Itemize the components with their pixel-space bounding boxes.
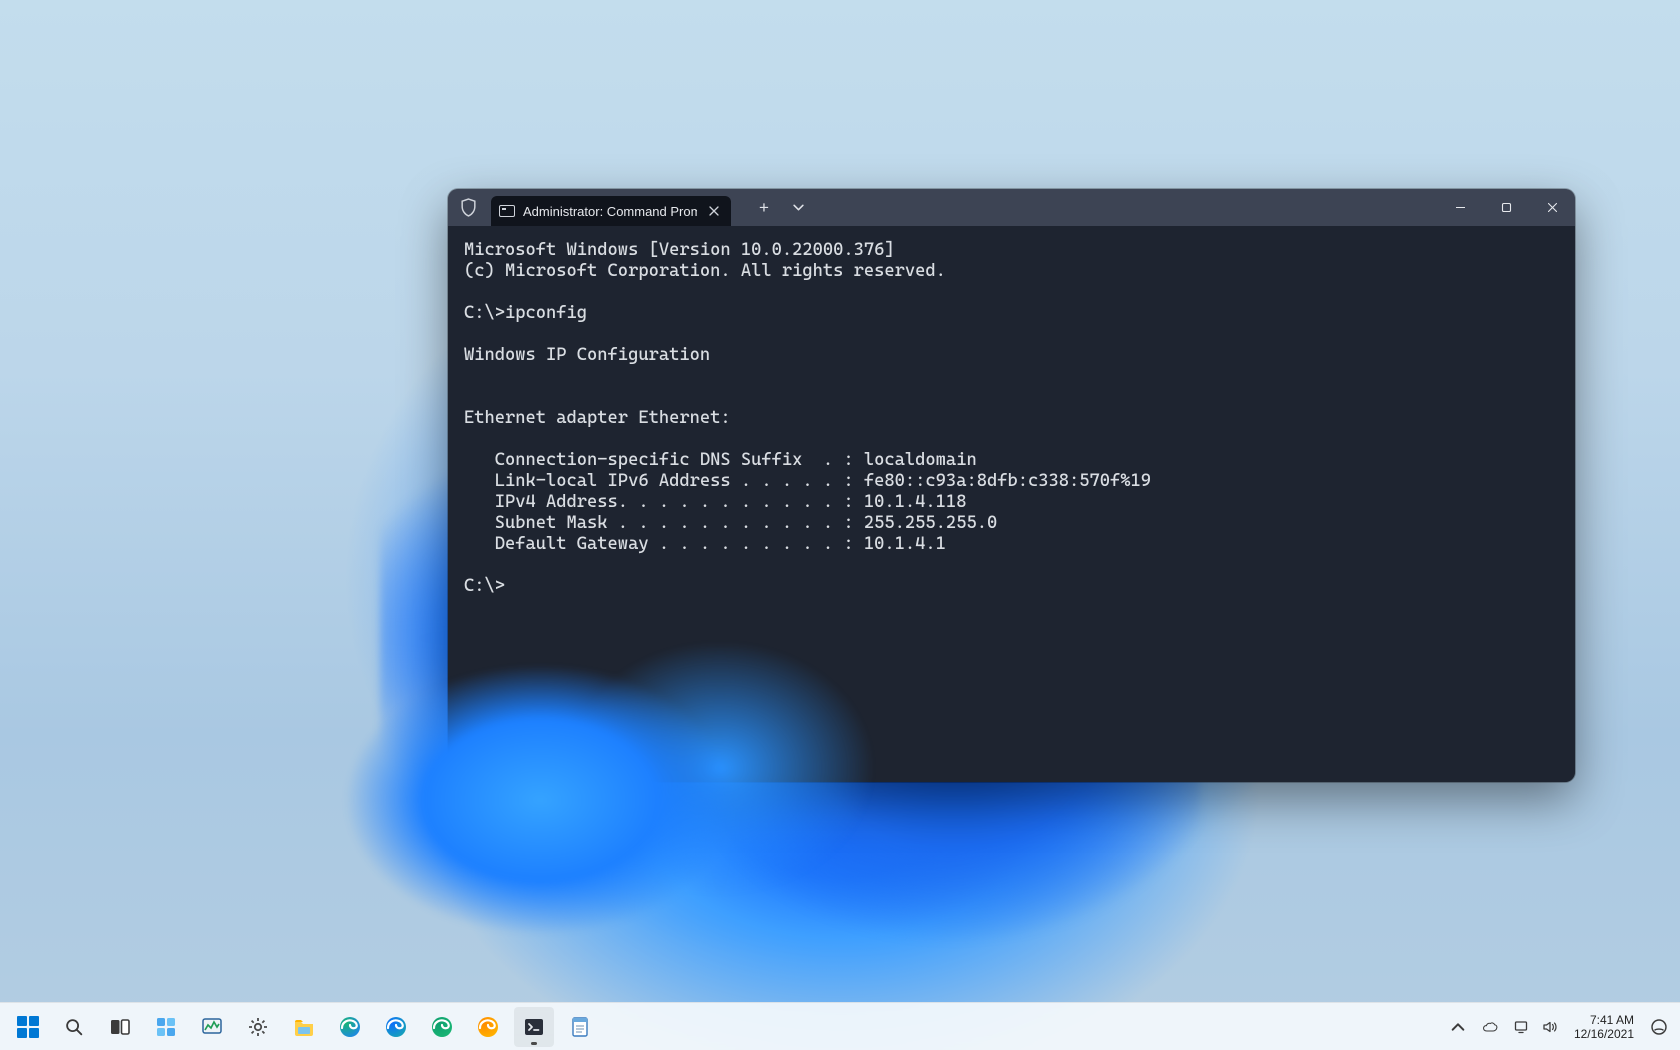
taskbar-widgets-button[interactable] bbox=[146, 1007, 186, 1047]
gear-icon bbox=[246, 1015, 270, 1039]
clock-time: 7:41 AM bbox=[1574, 1013, 1634, 1027]
clock-date: 12/16/2021 bbox=[1574, 1027, 1634, 1041]
taskbar-file-explorer-button[interactable] bbox=[284, 1007, 324, 1047]
new-tab-button[interactable]: + bbox=[749, 193, 779, 223]
taskbar-terminal-button[interactable] bbox=[514, 1007, 554, 1047]
tray-overflow-button[interactable] bbox=[1444, 1007, 1472, 1047]
edge-icon bbox=[430, 1015, 454, 1039]
taskbar-search-button[interactable] bbox=[54, 1007, 94, 1047]
tab-close-button[interactable] bbox=[705, 202, 723, 220]
terminal-window[interactable]: Administrator: Command Promp + bbox=[448, 189, 1575, 782]
taskbar-start-button[interactable] bbox=[8, 1007, 48, 1047]
taskbar-task-manager-button[interactable] bbox=[192, 1007, 232, 1047]
notifications-button[interactable] bbox=[1644, 1007, 1674, 1047]
taskbar-notepad-button[interactable] bbox=[560, 1007, 600, 1047]
close-button[interactable] bbox=[1529, 189, 1575, 226]
taskbar[interactable]: 7:41 AM 12/16/2021 bbox=[0, 1002, 1680, 1050]
edge-icon bbox=[338, 1015, 362, 1039]
folder-icon bbox=[292, 1015, 316, 1039]
terminal-tab[interactable]: Administrator: Command Promp bbox=[491, 196, 731, 226]
window-controls bbox=[1437, 189, 1575, 226]
taskbar-edge-beta-button[interactable] bbox=[376, 1007, 416, 1047]
quick-settings-button[interactable] bbox=[1508, 1007, 1564, 1047]
taskbar-edge-dev-button[interactable] bbox=[422, 1007, 462, 1047]
maximize-button[interactable] bbox=[1483, 189, 1529, 226]
notepad-icon bbox=[568, 1015, 592, 1039]
tab-dropdown-button[interactable] bbox=[783, 193, 813, 223]
desktop[interactable]: Administrator: Command Promp + bbox=[0, 0, 1680, 1050]
notification-icon bbox=[1650, 1018, 1668, 1036]
tab-title: Administrator: Command Promp bbox=[523, 204, 697, 219]
window-titlebar[interactable]: Administrator: Command Promp + bbox=[448, 189, 1575, 226]
edge-icon bbox=[476, 1015, 500, 1039]
minimize-button[interactable] bbox=[1437, 189, 1483, 226]
cmd-icon bbox=[499, 205, 515, 217]
search-icon bbox=[63, 1016, 85, 1038]
network-icon bbox=[1514, 1019, 1530, 1035]
shield-icon bbox=[460, 198, 477, 217]
windows-logo-icon bbox=[17, 1016, 39, 1038]
taskbar-task-view-button[interactable] bbox=[100, 1007, 140, 1047]
clock-button[interactable]: 7:41 AM 12/16/2021 bbox=[1568, 1007, 1640, 1047]
chevron-up-icon bbox=[1450, 1019, 1466, 1035]
cloud-icon bbox=[1482, 1019, 1498, 1035]
volume-icon bbox=[1542, 1019, 1558, 1035]
onedrive-tray-button[interactable] bbox=[1476, 1007, 1504, 1047]
taskbar-edge-canary-button[interactable] bbox=[468, 1007, 508, 1047]
terminal-output[interactable]: Microsoft Windows [Version 10.0.22000.37… bbox=[448, 226, 1575, 782]
edge-icon bbox=[384, 1015, 408, 1039]
task-manager-icon bbox=[200, 1015, 224, 1039]
taskbar-settings-button[interactable] bbox=[238, 1007, 278, 1047]
task-view-icon bbox=[108, 1015, 132, 1039]
taskbar-edge-button[interactable] bbox=[330, 1007, 370, 1047]
widgets-icon bbox=[154, 1015, 178, 1039]
terminal-icon bbox=[522, 1015, 546, 1039]
